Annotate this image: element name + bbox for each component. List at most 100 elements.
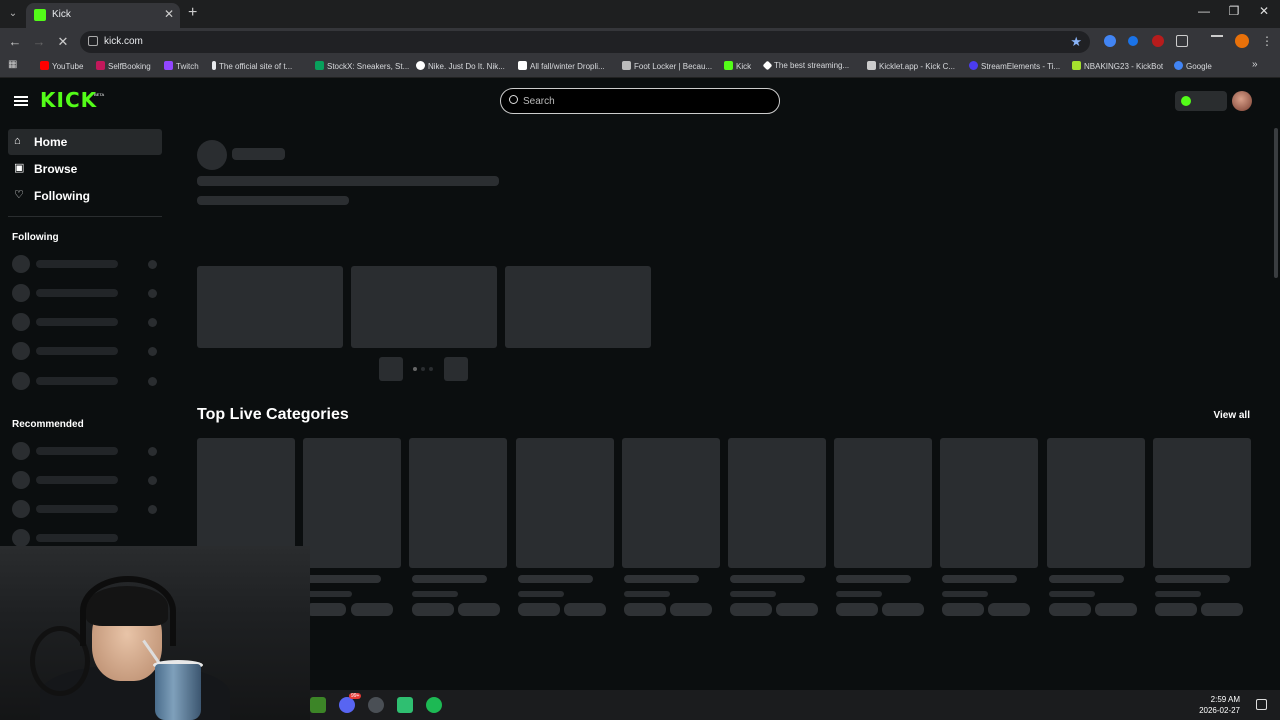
browser-menu-icon[interactable]: ⋮ <box>1258 34 1276 48</box>
skeleton-avatar <box>12 529 30 547</box>
carousel-prev-button[interactable] <box>379 357 403 381</box>
skeleton-tag <box>624 603 666 616</box>
tab-search-icon[interactable]: ⌄ <box>4 5 22 23</box>
category-card[interactable] <box>516 438 614 568</box>
bookmark-item[interactable]: All fall/winter Dropli... <box>518 61 605 71</box>
sidebar-item-following[interactable]: ♡ Following <box>8 183 162 209</box>
carousel-dot[interactable] <box>413 367 417 371</box>
skeleton-tag <box>882 603 924 616</box>
close-icon[interactable]: ✕ <box>164 7 174 21</box>
bookmark-item[interactable]: Foot Locker | Becau... <box>622 61 712 71</box>
search-input[interactable] <box>523 93 763 109</box>
skeleton-tag <box>1049 603 1091 616</box>
view-all-link[interactable]: View all <box>1213 410 1250 421</box>
extensions-puzzle-icon[interactable] <box>1176 35 1188 47</box>
bookmark-item[interactable]: SelfBooking <box>96 61 151 71</box>
minecraft-icon[interactable] <box>310 697 326 713</box>
stockx-icon <box>315 61 324 70</box>
extension-icon[interactable] <box>1104 35 1116 47</box>
skeleton-tag <box>1201 603 1243 616</box>
browse-icon: ▣ <box>14 162 25 174</box>
bookmark-star-icon[interactable]: ★ <box>1070 34 1082 50</box>
bookmark-item[interactable]: NBAKING23 - KickBot <box>1072 61 1163 71</box>
new-tab-button[interactable]: + <box>188 4 197 22</box>
heart-icon: ♡ <box>14 189 24 201</box>
skeleton-line <box>36 289 118 297</box>
media-control-icon[interactable] <box>1211 35 1223 43</box>
site-info-icon[interactable] <box>88 36 98 46</box>
bookmarks-bar: ▦ YouTube SelfBooking Twitch The officia… <box>0 56 1280 78</box>
bookmark-item[interactable]: Kick <box>724 61 751 71</box>
bookmark-item[interactable]: The best streaming... <box>762 60 849 71</box>
user-avatar[interactable] <box>1232 91 1252 111</box>
skeleton-avatar <box>12 471 30 489</box>
carousel-card[interactable] <box>351 266 497 348</box>
site-icon <box>212 61 216 70</box>
category-card[interactable] <box>409 438 507 568</box>
carousel-dot[interactable] <box>429 367 433 371</box>
skeleton-line <box>1049 591 1095 597</box>
forward-icon[interactable]: → <box>30 34 48 49</box>
bookmark-item[interactable]: Nike. Just Do It. Nik... <box>416 61 505 71</box>
category-card[interactable] <box>1047 438 1145 568</box>
sidebar-item-browse[interactable]: ▣ Browse <box>8 156 162 182</box>
apps-grid-icon[interactable]: ▦ <box>8 59 17 70</box>
category-card[interactable] <box>622 438 720 568</box>
site-icon <box>518 61 527 70</box>
bookmark-item[interactable]: StockX: Sneakers, St... <box>315 61 409 71</box>
category-card[interactable] <box>728 438 826 568</box>
recommended-heading: Recommended <box>12 419 84 430</box>
following-heading: Following <box>12 232 59 243</box>
tab-title: Kick <box>52 9 71 20</box>
sidebar-item-home[interactable]: ⌂ Home <box>8 129 162 155</box>
minimize-icon[interactable]: — <box>1194 4 1214 18</box>
browser-tab[interactable]: Kick ✕ <box>26 3 180 28</box>
kick-points-button[interactable] <box>1175 91 1227 111</box>
system-clock[interactable]: 2:59 AM 2026-02-27 <box>1199 694 1240 716</box>
discord-icon[interactable] <box>339 697 355 713</box>
category-card[interactable] <box>940 438 1038 568</box>
category-card[interactable] <box>303 438 401 568</box>
bookmark-item[interactable]: YouTube <box>40 61 83 71</box>
twitch-icon <box>164 61 173 70</box>
4k-downloader-icon[interactable] <box>368 697 384 713</box>
skeleton-line <box>518 575 593 583</box>
category-card[interactable] <box>834 438 932 568</box>
notification-icon[interactable] <box>1256 699 1267 710</box>
url-field[interactable]: kick.com ★ <box>80 31 1090 53</box>
bookmark-item[interactable]: The official site of t... <box>212 61 292 71</box>
beta-badge: BETA <box>94 92 105 97</box>
skeleton-line <box>232 148 285 160</box>
page-scrollbar[interactable] <box>1274 128 1278 278</box>
bookmark-item[interactable]: Google <box>1174 61 1212 71</box>
skeleton-line <box>942 575 1017 583</box>
skeleton-line <box>1049 575 1124 583</box>
carousel-dot[interactable] <box>421 367 425 371</box>
bookmark-item[interactable]: Kicklet.app - Kick C... <box>867 61 955 71</box>
extension-icon[interactable] <box>1128 36 1138 46</box>
stop-loading-icon[interactable]: ✕ <box>54 34 72 50</box>
bookmark-item[interactable]: StreamElements - Ti... <box>969 61 1060 71</box>
back-icon[interactable]: ← <box>6 34 24 49</box>
category-card[interactable] <box>1153 438 1251 568</box>
spotify-icon[interactable] <box>426 697 442 713</box>
menu-icon[interactable] <box>14 96 28 106</box>
skeleton-line <box>36 447 118 455</box>
skeleton-line <box>1155 575 1230 583</box>
green-app-icon[interactable] <box>397 697 413 713</box>
skeleton-line <box>624 591 670 597</box>
profile-avatar[interactable] <box>1235 34 1249 48</box>
more-bookmarks-icon[interactable]: » <box>1252 59 1258 70</box>
skeleton-line <box>36 347 118 355</box>
bookmark-item[interactable]: Twitch <box>164 61 199 71</box>
search-bar[interactable] <box>500 88 780 114</box>
window-close-icon[interactable]: ✕ <box>1254 4 1274 18</box>
carousel-next-button[interactable] <box>444 357 468 381</box>
carousel-card[interactable] <box>197 266 343 348</box>
carousel-card[interactable] <box>505 266 651 348</box>
kick-logo[interactable]: KICK <box>40 88 97 112</box>
skeleton-avatar <box>12 442 30 460</box>
restore-icon[interactable]: ❐ <box>1224 4 1244 18</box>
kickbot-icon <box>1072 61 1081 70</box>
extension-icon[interactable] <box>1152 35 1164 47</box>
